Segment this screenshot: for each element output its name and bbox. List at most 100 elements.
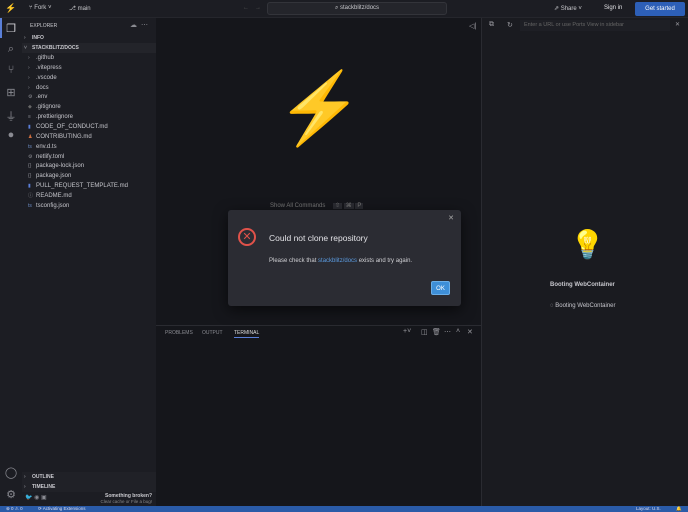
file-name: .github bbox=[36, 55, 55, 61]
reload-icon[interactable]: ↻ bbox=[507, 21, 513, 29]
get-started-button[interactable]: Get started bbox=[635, 2, 685, 16]
back-icon[interactable]: ← bbox=[243, 5, 249, 11]
file-item[interactable]: {} package.json bbox=[22, 171, 156, 181]
more-icon[interactable]: ⋯ bbox=[444, 328, 451, 336]
file-item[interactable]: ♟ CONTRIBUTING.md bbox=[22, 132, 156, 142]
split-icon[interactable]: ◫ bbox=[421, 328, 428, 336]
tab-output[interactable]: OUTPUT bbox=[202, 330, 223, 336]
ts-icon: ts bbox=[28, 143, 32, 150]
explorer-sidebar: EXPLORER ☁ ⋯ › INFO ˅ STACKBLITZ/DOCS › .gi… bbox=[22, 18, 156, 506]
plug-icon[interactable]: ⏚ bbox=[0, 108, 22, 124]
file-item[interactable]: › .vscode bbox=[22, 73, 156, 83]
person-icon: ♟ bbox=[28, 133, 33, 140]
maximize-icon[interactable]: ˄ bbox=[456, 328, 460, 335]
booting-status-text: Booting WebContainer bbox=[555, 303, 616, 309]
notifications-icon[interactable]: 🔔 bbox=[676, 506, 682, 512]
stackblitz-watermark-icon: ⚡ bbox=[276, 69, 364, 147]
more-icon[interactable]: ⋯ bbox=[141, 21, 148, 29]
project-label: STACKBLITZ/DOCS bbox=[32, 45, 79, 51]
gear-icon: ⚙ bbox=[28, 153, 33, 160]
files-icon[interactable]: ❐ bbox=[0, 22, 22, 35]
error-icon: ✕ bbox=[238, 228, 256, 246]
keyboard-layout[interactable]: Layout: U.S. bbox=[636, 506, 661, 512]
explorer-title: EXPLORER bbox=[30, 23, 58, 29]
close-panel-icon[interactable]: ✕ bbox=[467, 328, 473, 336]
file-item[interactable]: ⓘ README.md bbox=[22, 191, 156, 201]
sign-in-button[interactable]: Sign in bbox=[604, 5, 622, 11]
close-preview-icon[interactable]: ✕ bbox=[675, 21, 680, 28]
top-bar: ⚡ ⑂ Fork ˅ ⎇ main ← → ⌕ stackblitz/docs … bbox=[0, 0, 688, 18]
file-name: package-lock.json bbox=[36, 163, 85, 170]
toggle-preview-icon[interactable]: ◁| bbox=[469, 22, 476, 30]
message-post: exists and try again. bbox=[357, 258, 413, 264]
key-shift: ⇧ bbox=[333, 203, 343, 209]
file-item[interactable]: ▮ CODE_OF_CONDUCT.md bbox=[22, 122, 156, 132]
file-item[interactable]: ▮ PULL_REQUEST_TEMPLATE.md bbox=[22, 181, 156, 191]
settings-gear-icon[interactable]: ⚙ bbox=[0, 488, 22, 501]
markdown-icon: ▮ bbox=[28, 183, 31, 190]
file-name: .prettierignore bbox=[36, 114, 74, 121]
file-item[interactable]: ts env.d.ts bbox=[22, 142, 156, 152]
broken-subtitle[interactable]: Clear cache or File a bug! bbox=[100, 499, 152, 504]
fork-button[interactable]: ⑂ Fork ˅ bbox=[29, 5, 51, 11]
fork-label: Fork bbox=[34, 5, 47, 11]
timeline-section[interactable]: › TIMELINE bbox=[22, 482, 156, 492]
social-icons[interactable]: 🐦 ◉ ▣ bbox=[25, 494, 47, 501]
stackblitz-logo-icon[interactable]: ⚡ bbox=[5, 3, 16, 14]
info-section[interactable]: › INFO bbox=[22, 33, 156, 43]
file-item[interactable]: › .vitepress bbox=[22, 63, 156, 73]
warning-count: 0 bbox=[20, 506, 23, 511]
search-text: stackblitz/docs bbox=[340, 5, 380, 11]
close-icon[interactable]: ✕ bbox=[448, 214, 454, 222]
file-name: .env bbox=[36, 94, 48, 101]
new-terminal-icon[interactable]: +˅ bbox=[403, 328, 411, 335]
ok-button[interactable]: OK bbox=[431, 281, 450, 295]
gear-icon: ⚙ bbox=[28, 94, 33, 101]
lines-icon: ≡ bbox=[28, 114, 31, 121]
trash-icon[interactable]: 🗑 bbox=[432, 328, 441, 336]
file-item[interactable]: ◆ .gitignore bbox=[22, 102, 156, 112]
file-item[interactable]: › docs bbox=[22, 83, 156, 93]
chevron-right-icon: › bbox=[28, 84, 30, 91]
file-item[interactable]: {} package-lock.json bbox=[22, 161, 156, 171]
timeline-label: TIMELINE bbox=[32, 484, 56, 490]
devtools-icon[interactable]: ⧉ bbox=[489, 21, 494, 29]
dialog-message: Please check that stackblitz/docs exists… bbox=[269, 258, 412, 264]
search-icon[interactable]: ⌕ bbox=[0, 43, 22, 56]
info-label: INFO bbox=[32, 35, 44, 41]
outline-label: OUTLINE bbox=[32, 474, 54, 480]
source-control-icon[interactable]: ⑂ bbox=[0, 64, 22, 76]
repo-link[interactable]: stackblitz/docs bbox=[318, 258, 357, 264]
error-dialog: ✕ ✕ Could not clone repository Please ch… bbox=[228, 210, 461, 306]
file-name: env.d.ts bbox=[36, 143, 57, 150]
command-search[interactable]: ⌕ stackblitz/docs bbox=[267, 2, 447, 15]
tab-problems[interactable]: PROBLEMS bbox=[165, 330, 193, 336]
project-section[interactable]: ˅ STACKBLITZ/DOCS bbox=[22, 43, 156, 53]
key-p: P bbox=[355, 203, 364, 209]
branch-button[interactable]: ⎇ main bbox=[69, 5, 91, 12]
file-name: CODE_OF_CONDUCT.md bbox=[36, 123, 108, 130]
file-item[interactable]: ≡ .prettierignore bbox=[22, 112, 156, 122]
search-icon: ⌕ bbox=[334, 5, 339, 11]
github-icon[interactable]: ● bbox=[0, 129, 22, 141]
file-name: PULL_REQUEST_TEMPLATE.md bbox=[36, 183, 128, 190]
file-item[interactable]: ⚙ netlify.toml bbox=[22, 152, 156, 162]
file-name: tsconfig.json bbox=[36, 202, 70, 209]
url-input[interactable]: Enter a URL or use Ports View in sidebar bbox=[520, 20, 670, 31]
share-button[interactable]: ⇗ Share ˅ bbox=[554, 5, 582, 12]
extensions-icon[interactable]: ⊞ bbox=[0, 86, 22, 99]
file-item[interactable]: ts tsconfig.json bbox=[22, 201, 156, 211]
spinner-icon: ◌ bbox=[550, 303, 554, 309]
problems-status[interactable]: ⊗ 0 ⚠ 0 bbox=[6, 506, 23, 512]
file-item[interactable]: ⚙ .env bbox=[22, 92, 156, 102]
show-all-label: Show All Commands bbox=[270, 203, 326, 209]
outline-section[interactable]: › OUTLINE bbox=[22, 472, 156, 482]
tab-terminal[interactable]: TERMINAL bbox=[234, 330, 260, 338]
branch-label: main bbox=[77, 6, 91, 12]
file-name: .vscode bbox=[36, 74, 57, 81]
file-item[interactable]: › .github bbox=[22, 53, 156, 63]
account-icon[interactable]: ◯ bbox=[0, 466, 22, 479]
cloud-upload-icon[interactable]: ☁ bbox=[130, 21, 137, 29]
chevron-right-icon: › bbox=[28, 74, 30, 81]
forward-icon[interactable]: → bbox=[255, 5, 261, 11]
